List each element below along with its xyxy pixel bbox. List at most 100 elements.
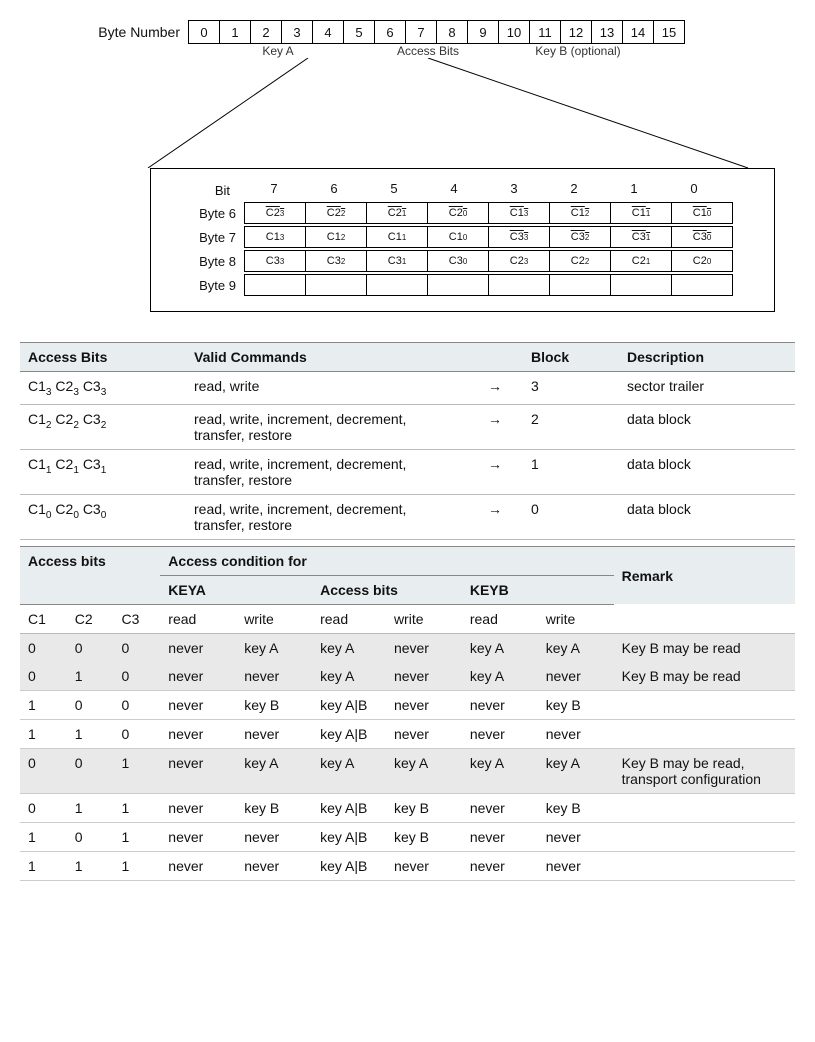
- t2-h-keyb: KEYB: [462, 575, 614, 604]
- bit-cell: C10: [672, 203, 732, 223]
- table-row: 010neverneverkey Aneverkey AneverKey B m…: [20, 662, 795, 691]
- t2-remark-cell: [614, 851, 795, 880]
- bit-cell: [489, 275, 550, 295]
- byte-row: Byte 9: [166, 274, 759, 296]
- t2-sh-read: read: [160, 604, 236, 633]
- access-bits-detail: Bit 76543210 Byte 6C23C22C21C20C13C12C11…: [150, 168, 775, 312]
- byte-number-cell: 4: [313, 21, 344, 43]
- t2-c-cell: 0: [67, 690, 114, 719]
- table-row: 011neverkey Bkey A|Bkey Bneverkey B: [20, 793, 795, 822]
- bit-cell: C30: [428, 251, 489, 271]
- t2-h-remark: Remark: [614, 546, 795, 604]
- t2-val-cell: never: [462, 822, 538, 851]
- t2-val-cell: never: [236, 719, 312, 748]
- t2-sh-c2: C2: [67, 604, 114, 633]
- t2-c-cell: 0: [67, 822, 114, 851]
- t2-val-cell: never: [462, 719, 538, 748]
- t2-val-cell: never: [160, 822, 236, 851]
- byte-row-label: Byte 7: [166, 230, 244, 245]
- t2-val-cell: never: [462, 793, 538, 822]
- bit-header-cell: 6: [304, 181, 364, 200]
- byte-number-cell: 9: [468, 21, 499, 43]
- access-condition-table: Access bits Access condition for Remark …: [20, 546, 795, 881]
- byte-row-label: Byte 9: [166, 278, 244, 293]
- bit-cell: C33: [245, 251, 306, 271]
- bit-cell: C30: [672, 227, 732, 247]
- t2-c-cell: 0: [20, 633, 67, 662]
- t2-remark-cell: Key B may be read: [614, 662, 795, 691]
- t2-c-cell: 1: [67, 662, 114, 691]
- t1-h-valid-commands: Valid Commands: [186, 343, 467, 372]
- t2-val-cell: never: [538, 662, 614, 691]
- t2-val-cell: never: [462, 690, 538, 719]
- byte-number-cell: 8: [437, 21, 468, 43]
- byte-number-strip: Byte Number 0123456789101112131415 Key A…: [80, 20, 795, 58]
- table-row: 000neverkey Akey Aneverkey Akey AKey B m…: [20, 633, 795, 662]
- t2-sh-write3: write: [538, 604, 614, 633]
- t2-val-cell: key A: [462, 633, 538, 662]
- t1-access-bits-cell: C12 C22 C32: [20, 404, 186, 449]
- bit-header-cell: 3: [484, 181, 544, 200]
- bit-cell: [550, 275, 611, 295]
- bit-cell: C11: [611, 203, 672, 223]
- t2-val-cell: never: [160, 633, 236, 662]
- t1-commands-cell: read, write, increment, decrement, trans…: [186, 494, 467, 539]
- t2-c-cell: 1: [20, 851, 67, 880]
- t2-val-cell: key A|B: [312, 822, 386, 851]
- bit-cell: [367, 275, 428, 295]
- t1-block-cell: 2: [523, 404, 619, 449]
- table-row: 101neverneverkey A|Bkey Bnevernever: [20, 822, 795, 851]
- t2-val-cell: key B: [538, 690, 614, 719]
- t2-c-cell: 1: [114, 822, 161, 851]
- bit-cell: C22: [306, 203, 367, 223]
- t2-val-cell: key A: [236, 748, 312, 793]
- byte-number-cell: 12: [561, 21, 592, 43]
- bit-cell: C23: [489, 251, 550, 271]
- bit-cell: [245, 275, 306, 295]
- t2-sh-read3: read: [462, 604, 538, 633]
- t2-sh-c3: C3: [114, 604, 161, 633]
- bit-label: Bit: [215, 183, 236, 198]
- t2-h-access-condition-for: Access condition for: [160, 546, 613, 575]
- t2-c-cell: 0: [114, 690, 161, 719]
- expansion-connector: [128, 58, 795, 168]
- t2-remark-cell: [614, 793, 795, 822]
- byte-row-cells: C23C22C21C20C13C12C11C10: [244, 202, 733, 224]
- byte-row: Byte 6C23C22C21C20C13C12C11C10: [166, 202, 759, 224]
- bit-cell: [306, 275, 367, 295]
- t2-val-cell: never: [538, 851, 614, 880]
- byte-row: Byte 7C13C12C11C10C33C32C31C30: [166, 226, 759, 248]
- t2-c-cell: 0: [114, 633, 161, 662]
- t2-val-cell: never: [160, 662, 236, 691]
- byte-row-label: Byte 6: [166, 206, 244, 221]
- t1-h-access-bits: Access Bits: [20, 343, 186, 372]
- bit-cell: C32: [306, 251, 367, 271]
- table-row: 100neverkey Bkey A|Bneverneverkey B: [20, 690, 795, 719]
- t2-c-cell: 0: [20, 793, 67, 822]
- t2-c-cell: 1: [20, 719, 67, 748]
- t1-h-block: Block: [523, 343, 619, 372]
- t2-val-cell: never: [160, 851, 236, 880]
- t2-c-cell: 0: [67, 633, 114, 662]
- t2-c-cell: 0: [20, 748, 67, 793]
- bit-header-cell: 7: [244, 181, 304, 200]
- byte-number-cells: 0123456789101112131415: [188, 20, 685, 44]
- bit-cell: C21: [611, 251, 672, 271]
- t2-val-cell: key A|B: [312, 690, 386, 719]
- byte-number-cell: 1: [220, 21, 251, 43]
- byte-row-cells: C13C12C11C10C33C32C31C30: [244, 226, 733, 248]
- group-key-a: Key A: [188, 44, 368, 58]
- bit-cell: C21: [367, 203, 428, 223]
- byte-number-cell: 14: [623, 21, 654, 43]
- bit-cell: [611, 275, 672, 295]
- arrow-icon: →: [467, 449, 523, 494]
- t1-desc-cell: data block: [619, 449, 795, 494]
- t2-c-cell: 0: [114, 662, 161, 691]
- t2-val-cell: key A: [312, 748, 386, 793]
- t2-val-cell: key A: [312, 633, 386, 662]
- bit-cell: C32: [550, 227, 611, 247]
- byte-number-cell: 5: [344, 21, 375, 43]
- t2-val-cell: key A: [538, 633, 614, 662]
- byte-row-cells: [244, 274, 733, 296]
- t1-block-cell: 3: [523, 372, 619, 405]
